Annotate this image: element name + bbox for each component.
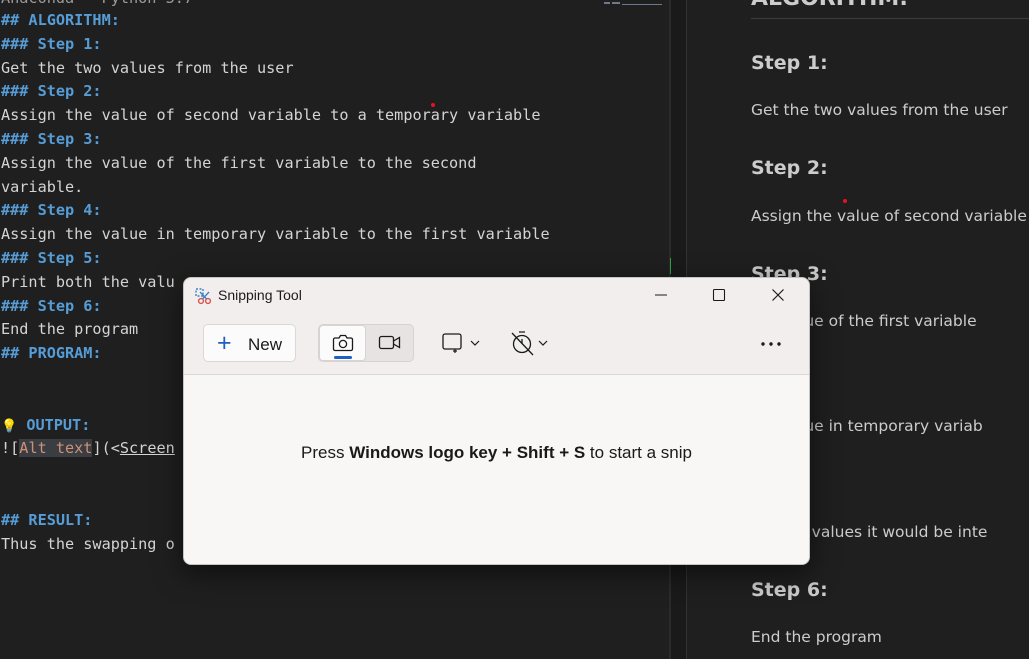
new-button[interactable]: + New [203, 324, 296, 362]
plus-icon: + [217, 329, 232, 357]
editor-line: Assign the value of second variable to a… [1, 106, 541, 125]
preview-paragraph: Assign the value of second variable t [751, 207, 1029, 225]
snip-content-area: Press Windows logo key + Shift + S to st… [184, 375, 809, 564]
preview-heading-partial: ALGORITHM: [751, 0, 908, 11]
screenshot-mode-button[interactable] [319, 325, 366, 361]
editor-line: variable. [1, 177, 84, 196]
rectangle-snip-icon [442, 333, 480, 353]
snipping-tool-icon [195, 288, 212, 305]
editor-line: ### Step 1: [1, 34, 102, 53]
snipping-tool-window[interactable]: Snipping Tool + New Press Windows logo k… [183, 277, 810, 565]
close-button[interactable] [755, 278, 801, 312]
camera-icon [332, 334, 354, 352]
red-cursor-dot [431, 103, 435, 107]
video-camera-icon [378, 335, 401, 350]
minimize-icon [655, 294, 667, 296]
editor-line: ## RESULT: [1, 510, 93, 529]
minimap[interactable] [604, 0, 662, 6]
maximize-icon [712, 288, 726, 302]
more-icon [761, 342, 781, 346]
editor-line: End the program [1, 320, 139, 339]
link-part: ![ [1, 439, 20, 458]
editor-line: ### Step 4: [1, 201, 102, 220]
window-title: Snipping Tool [218, 287, 302, 303]
red-cursor-dot [843, 199, 847, 203]
editor-line: Assign the value in temporary variable t… [1, 225, 550, 244]
toolbar: + New [184, 314, 809, 374]
selected-indicator [334, 356, 352, 359]
delay-dropdown[interactable] [506, 328, 556, 358]
editor-line: ### Step 3: [1, 130, 102, 148]
link-part: Alt text [19, 439, 93, 458]
editor-line: Get the two values from the user [1, 58, 294, 77]
link-part: ](< [92, 439, 120, 458]
minimize-button[interactable] [638, 278, 684, 312]
lightbulb-icon[interactable]: 💡 [1, 419, 17, 434]
preview-step-heading: Step 6: [751, 579, 828, 601]
editor-line: ### Step 5: [1, 249, 102, 267]
editor-line: Assign the value of the first variable t… [1, 153, 477, 172]
editor-line-image-link: ![Alt text](<Screen [1, 436, 175, 460]
heading-rule [751, 18, 1029, 19]
editor-line: Thus the swapping o [1, 534, 175, 553]
maximize-button[interactable] [696, 278, 742, 312]
capture-mode-toggle [318, 324, 414, 362]
timer-off-icon [511, 331, 548, 356]
editor-line: ## ALGORITHM: [1, 11, 120, 29]
preview-paragraph: End the program [751, 628, 882, 646]
link-part: Screen [119, 439, 175, 458]
editor-line: ### Step 6: [1, 296, 102, 315]
preview-step-heading: Step 1: [751, 52, 828, 74]
title-bar[interactable]: Snipping Tool [184, 278, 809, 314]
preview-step-heading: Step 2: [751, 157, 828, 179]
shortcut-keys: Windows logo key + Shift + S [349, 443, 586, 462]
snip-hint-text: Press Windows logo key + Shift + S to st… [301, 443, 692, 462]
editor-line: ## PROGRAM: [1, 344, 102, 363]
more-options-button[interactable] [756, 330, 786, 356]
new-button-label: New [248, 335, 283, 354]
editor-line: ### Step 2: [1, 82, 102, 101]
close-icon [772, 289, 784, 301]
editor-line: Print both the valu [1, 272, 175, 291]
video-mode-button[interactable] [367, 325, 413, 361]
snip-shape-dropdown[interactable] [436, 328, 486, 358]
preview-paragraph: Get the two values from the user [751, 101, 1008, 119]
editor-line: 💡 OUTPUT: [1, 415, 91, 434]
